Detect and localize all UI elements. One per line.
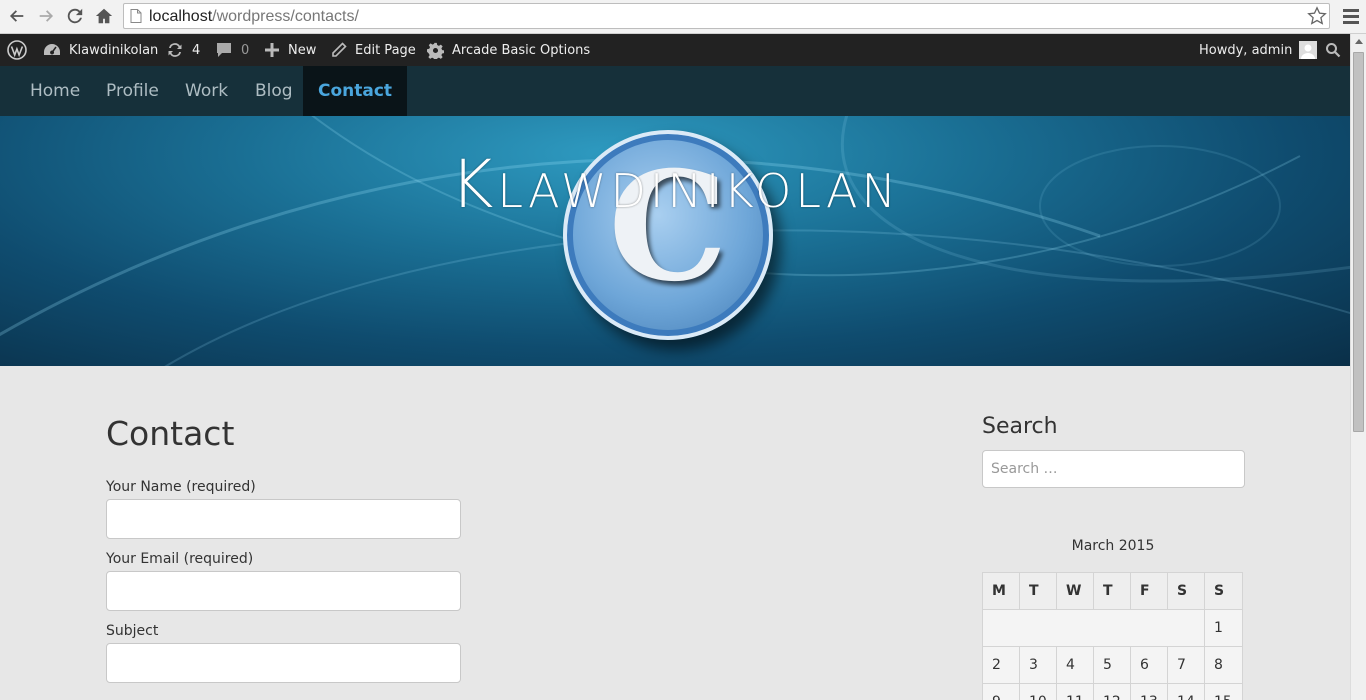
forward-icon[interactable] <box>34 4 58 28</box>
browser-menu-icon[interactable] <box>1340 5 1362 27</box>
calendar-day-header: S <box>1167 572 1205 610</box>
nav-item-contact[interactable]: Contact <box>303 66 408 116</box>
site-navigation: Home Profile Work Blog Contact <box>0 66 1350 116</box>
plus-icon <box>265 43 279 57</box>
howdy-label: Howdy, admin <box>1199 42 1293 58</box>
search-input[interactable]: Search … <box>982 450 1245 488</box>
calendar-day-cell: 4 <box>1056 646 1094 684</box>
comments-icon <box>217 43 231 57</box>
calendar-day-header: W <box>1056 572 1094 610</box>
calendar-day-header: T <box>1019 572 1057 610</box>
calendar-caption: March 2015 <box>1071 538 1155 554</box>
page-title: Contact <box>106 414 235 453</box>
gear-icon <box>427 42 444 59</box>
calendar-day-cell: 11 <box>1056 683 1094 700</box>
pencil-icon <box>332 42 347 57</box>
calendar-day-cell: 5 <box>1093 646 1131 684</box>
updates-count: 4 <box>192 42 201 58</box>
calendar-header-row: M T W T F S S <box>982 572 1243 610</box>
header-banner: C Klawdinikolan <box>0 116 1350 366</box>
nav-item-blog[interactable]: Blog <box>240 66 308 116</box>
calendar-day-header: S <box>1204 572 1243 610</box>
avatar <box>1299 41 1318 59</box>
updates-link[interactable]: 4 <box>166 34 200 66</box>
nav-item-work[interactable]: Work <box>170 66 243 116</box>
calendar-day-cell: 3 <box>1019 646 1057 684</box>
edit-page-link[interactable]: Edit Page <box>331 34 416 66</box>
name-field[interactable] <box>106 499 461 539</box>
search-widget-title: Search <box>982 414 1058 439</box>
subject-field[interactable] <box>106 643 461 683</box>
back-icon[interactable] <box>5 4 29 28</box>
bookmark-star-icon[interactable] <box>1307 6 1327 26</box>
calendar-day-cell: 2 <box>982 646 1020 684</box>
site-title[interactable]: Klawdinikolan <box>410 146 940 223</box>
calendar-day-header: T <box>1093 572 1131 610</box>
calendar-day-cell: 6 <box>1130 646 1168 684</box>
calendar-day-cell: 9 <box>982 683 1020 700</box>
account-menu[interactable]: Howdy, admin <box>1199 34 1318 66</box>
subject-field-label: Subject <box>106 623 159 639</box>
email-field-label: Your Email (required) <box>106 551 254 567</box>
nav-item-home[interactable]: Home <box>15 66 95 116</box>
updates-icon <box>168 43 182 57</box>
url-host: localhost <box>149 8 213 25</box>
nav-item-profile[interactable]: Profile <box>91 66 174 116</box>
calendar-day-cell: 1 <box>1204 609 1243 647</box>
comments-count: 0 <box>241 42 250 58</box>
calendar-week-row: 2 3 4 5 6 7 8 <box>982 646 1243 684</box>
wp-admin-bar: Klawdinikolan 4 0 New Edit Page Arcade B… <box>0 34 1350 66</box>
calendar-day-header: M <box>982 572 1020 610</box>
wordpress-logo-icon[interactable] <box>7 34 35 66</box>
calendar-day-cell: 15 <box>1204 683 1243 700</box>
page-icon <box>130 9 142 23</box>
name-field-label: Your Name (required) <box>106 479 256 495</box>
scroll-up-arrow-icon[interactable] <box>1355 39 1363 44</box>
reload-icon[interactable] <box>63 4 87 28</box>
url-path: /wordpress/contacts/ <box>212 8 359 25</box>
calendar-day-header: F <box>1130 572 1168 610</box>
calendar-day-cell: 13 <box>1130 683 1168 700</box>
calendar-day-cell: 7 <box>1167 646 1205 684</box>
url-text: localhost/wordpress/contacts/ <box>149 8 359 26</box>
calendar-day-cell: 14 <box>1167 683 1205 700</box>
calendar-week-row: 1 <box>982 609 1243 647</box>
admin-site-name[interactable]: Klawdinikolan <box>43 34 158 66</box>
calendar-day-cell: 10 <box>1019 683 1057 700</box>
calendar-table: M T W T F S S 1 2 3 4 5 6 7 8 9 10 11 12… <box>982 572 1243 700</box>
home-icon[interactable] <box>92 4 116 28</box>
browser-toolbar: localhost/wordpress/contacts/ <box>0 0 1366 34</box>
calendar-pad-cell <box>982 609 1205 647</box>
scroll-thumb[interactable] <box>1353 52 1364 432</box>
edit-page-label: Edit Page <box>355 42 416 58</box>
new-content-link[interactable]: New <box>264 34 316 66</box>
comments-link[interactable]: 0 <box>215 34 249 66</box>
main-content: Contact Your Name (required) Your Email … <box>0 366 1350 700</box>
theme-options-link[interactable]: Arcade Basic Options <box>427 34 590 66</box>
theme-options-label: Arcade Basic Options <box>452 42 591 58</box>
calendar-week-row: 9 10 11 12 13 14 15 <box>982 683 1243 700</box>
new-label: New <box>288 42 317 58</box>
site-name-label: Klawdinikolan <box>69 42 159 58</box>
page-scrollbar[interactable] <box>1350 34 1366 700</box>
admin-search-icon[interactable] <box>1325 34 1349 66</box>
email-field[interactable] <box>106 571 461 611</box>
dashboard-icon <box>44 44 60 55</box>
calendar-day-cell: 8 <box>1204 646 1243 684</box>
address-bar[interactable]: localhost/wordpress/contacts/ <box>123 3 1330 29</box>
calendar-day-cell: 12 <box>1093 683 1131 700</box>
